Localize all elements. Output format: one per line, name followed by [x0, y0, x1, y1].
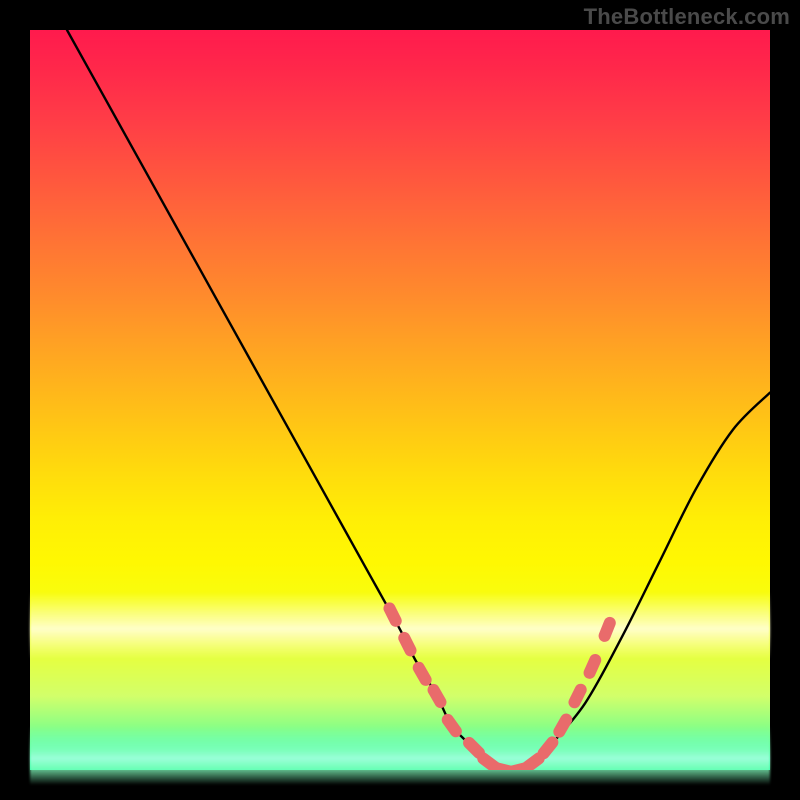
highlighted-points	[381, 600, 617, 770]
marker-point	[566, 682, 588, 711]
marker-point	[396, 630, 418, 659]
watermark-text: TheBottleneck.com	[584, 4, 790, 30]
marker-point	[551, 711, 574, 740]
bottleneck-curve	[67, 30, 770, 770]
marker-point	[381, 600, 403, 629]
chart-stage: TheBottleneck.com	[0, 0, 800, 800]
marker-point	[597, 615, 618, 644]
plot-area	[30, 30, 770, 770]
curve-layer	[30, 30, 770, 770]
marker-point	[425, 682, 448, 711]
